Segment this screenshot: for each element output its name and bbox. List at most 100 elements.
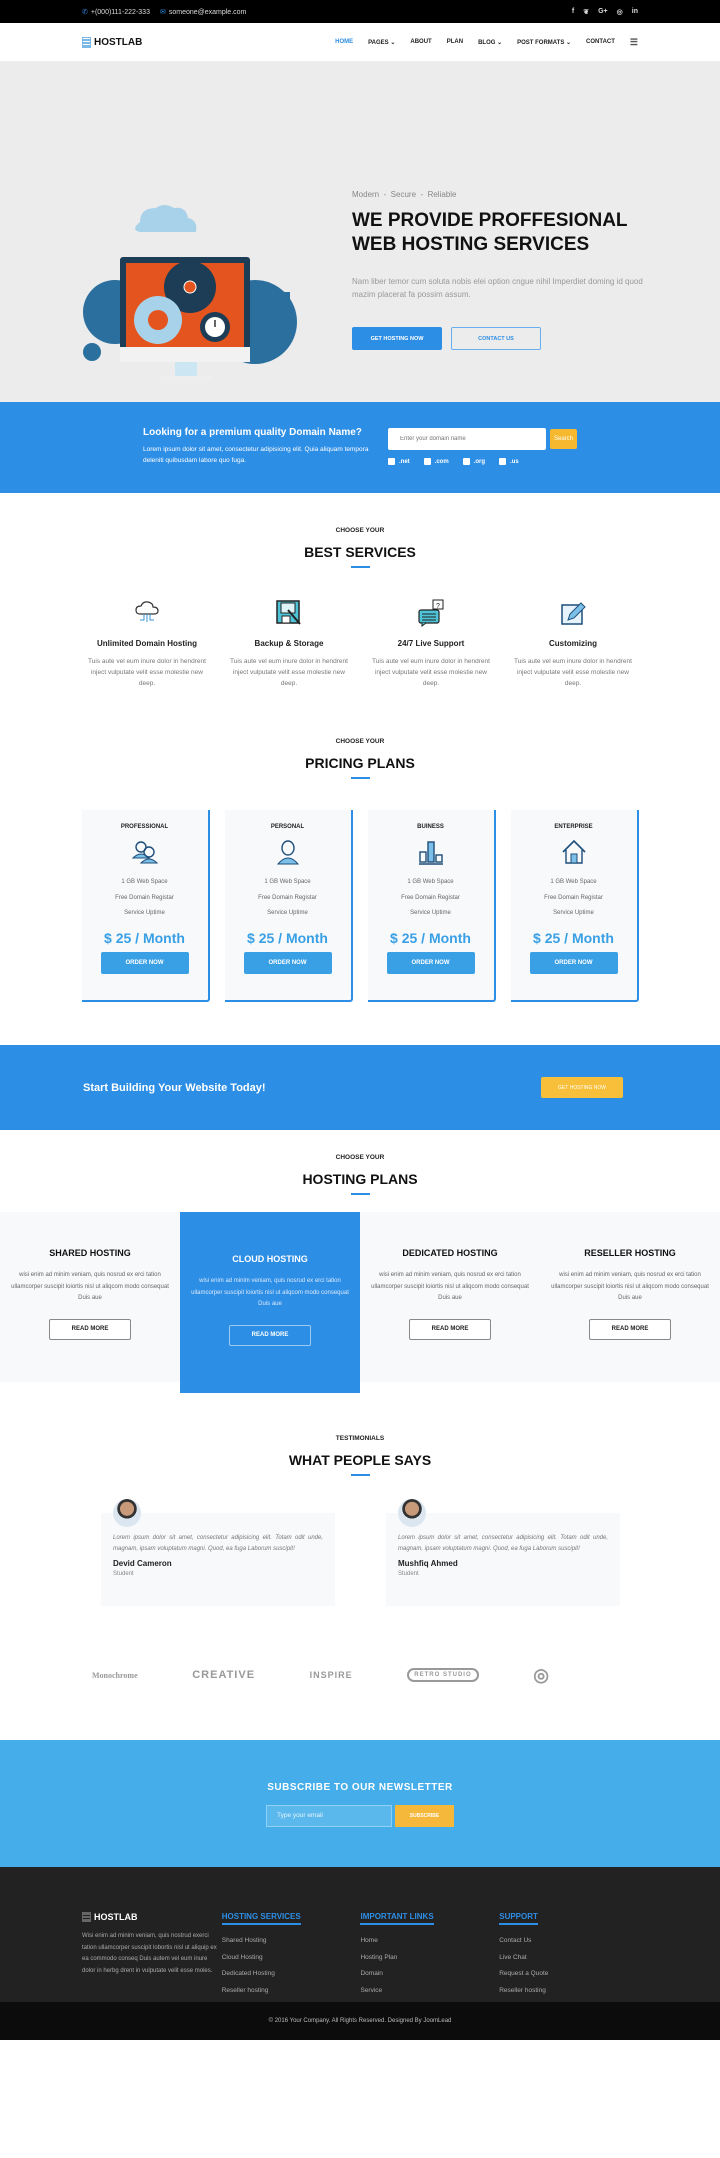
dribbble-icon[interactable]: ◎ [617,8,623,16]
read-more-button[interactable]: READ MORE [589,1318,671,1340]
footer-column: SUPPORT Contact Us Live Chat Request a Q… [499,1912,638,2002]
order-now-button[interactable]: ORDER NOW [529,951,618,974]
footer-link[interactable]: Contact Us [499,1933,638,1950]
twitter-icon[interactable]: ❦ [583,8,589,16]
chat-support-icon: ? [366,598,496,628]
read-more-button[interactable]: READ MORE [409,1318,491,1340]
pencil-edit-icon [508,598,638,628]
subscribe-button[interactable]: SUBSCRIBE [395,1805,454,1827]
nav-post-formats[interactable]: POST FORMATS ⌄ [517,39,571,46]
testimonials-section: TESTIMONIALS WHAT PEOPLE SAYS Lorem ipsu… [0,1382,720,1690]
footer-link[interactable]: Reseller hosting [222,1983,361,2000]
testimonial-name: Mushfiq Ahmed [398,1559,458,1568]
domain-input[interactable] [388,428,546,450]
tld-net-checkbox[interactable]: .net [388,458,410,465]
facebook-icon[interactable]: f [572,8,574,16]
svg-text:?: ? [436,603,440,610]
logo-icon [82,36,91,48]
checkbox-icon [423,458,431,465]
nav-contact[interactable]: CONTACT [586,39,615,45]
nav-about[interactable]: ABOUT [410,39,431,45]
plan-price: $ 25 / Month [247,929,328,946]
testimonial-card: Lorem ipsum dolor sit amet, consectetur … [101,1499,335,1606]
site-logo[interactable]: HOSTLAB [82,36,142,48]
footer: HOSTLAB Wisi enim ad minim veniam, quis … [0,1867,720,2002]
footer-column: HOSTING SERVICES Shared Hosting Cloud Ho… [221,1912,361,2002]
contact-us-button[interactable]: CONTACT US [451,327,541,350]
hamburger-menu-icon[interactable]: ☰ [630,37,638,48]
brand-logo-retro-studio: RETRO STUDIO [407,1668,479,1682]
contact-email[interactable]: ✉ someone@example.com [160,8,246,16]
linkedin-icon[interactable]: in [632,8,638,16]
brand-logo-inspire: INSPIRE [309,1670,353,1680]
order-now-button[interactable]: ORDER NOW [243,951,332,974]
title-underline [350,777,370,779]
checkbox-icon [462,458,470,465]
social-links: f ❦ G+ ◎ in [572,8,638,16]
footer-link[interactable]: Cloud Hosting [222,1950,361,1967]
contact-phone[interactable]: ✆ +(000)111-222-333 [82,8,150,16]
tld-us-checkbox[interactable]: .us [499,458,519,465]
footer-link[interactable]: Domain [360,1966,499,1983]
footer-link[interactable]: Shared Hosting [222,1933,361,1950]
user-icon [225,838,351,866]
testimonial-quote: Lorem ipsum dolor sit amet, consectetur … [113,1535,323,1552]
footer-link[interactable]: Dedicated Hosting [222,1966,361,1983]
section-title: PRICING PLANS [305,755,415,771]
hero-tagline: Modern - Secure - Reliable [352,190,457,199]
testimonial-card: Lorem ipsum dolor sit amet, consectetur … [386,1499,620,1606]
testimonial-name: Devid Cameron [113,1559,172,1568]
main-menu: HOME PAGES ⌄ ABOUT PLAN BLOG ⌄ POST FORM… [335,37,638,48]
footer-link[interactable]: Reseller hosting [499,1983,638,2000]
top-bar: ✆ +(000)111-222-333 ✉ someone@example.com … [0,0,720,23]
domain-title: Looking for a premium quality Domain Nam… [143,427,362,438]
hero-description: Nam liber temor cum soluta nobis elei op… [352,277,643,299]
checkbox-icon [388,458,395,465]
plan-price: $ 25 / Month [104,929,185,946]
service-item: Backup & Storage Tuis aute vel eum inure… [224,598,354,689]
house-icon [511,838,637,866]
footer-column: IMPORTANT LINKS Home Hosting Plan Domain… [360,1912,499,2002]
service-item: Customizing Tuis aute vel eum inure dolo… [508,598,638,689]
hosting-plan-card: RESELLER HOSTING wisi enim ad minim veni… [540,1212,720,1382]
order-now-button[interactable]: ORDER NOW [100,951,189,974]
tld-com-checkbox[interactable]: .com [423,458,449,465]
tld-org-checkbox[interactable]: .org [462,458,485,465]
service-item: Unlimited Domain Hosting Tuis aute vel e… [82,598,212,689]
section-title: HOSTING PLANS [302,1171,418,1187]
footer-link[interactable]: Home [360,1933,499,1950]
section-kicker: CHOOSE YOUR [335,1154,385,1161]
read-more-button[interactable]: READ MORE [49,1318,131,1340]
order-now-button[interactable]: ORDER NOW [386,951,475,974]
newsletter-email-input[interactable]: Type your email [266,1805,392,1827]
title-underline [350,1193,370,1195]
google-plus-icon[interactable]: G+ [598,8,608,16]
footer-link[interactable]: Service [360,1983,499,2000]
copyright-text: © 2016 Your Company. All Rights Reserved… [268,2018,452,2024]
nav-plan[interactable]: PLAN [447,39,463,45]
avatar [113,1499,141,1527]
domain-search-button[interactable]: Search [550,429,577,449]
hosting-plan-card-highlighted: CLOUD HOSTING wisi enim ad minim veniam,… [180,1212,360,1393]
footer-logo[interactable]: HOSTLAB [82,1912,222,1922]
brand-logo-monochrome: Monochrome [92,1670,138,1680]
section-kicker: CHOOSE YOUR [335,738,385,745]
logo-icon [82,1912,91,1922]
read-more-button[interactable]: READ MORE [229,1324,311,1346]
nav-pages[interactable]: PAGES ⌄ [368,39,395,46]
hero-title: WE PROVIDE PROFFESIONAL WEB HOSTING SERV… [352,210,628,255]
nav-blog[interactable]: BLOG ⌄ [478,39,502,46]
footer-link[interactable]: Request a Quote [499,1966,638,1983]
cta-get-hosting-button[interactable]: GET HOSTING NOW [541,1077,623,1098]
phone-icon: ✆ [82,8,88,16]
pricing-card: PROFESSIONAL 1 GB Web Space Free Domain R… [81,810,210,1002]
section-kicker: CHOOSE YOUR [335,527,385,534]
footer-link[interactable]: Live Chat [499,1950,638,1967]
plan-price: $ 25 / Month [390,929,471,946]
copyright-bar: © 2016 Your Company. All Rights Reserved… [0,2002,720,2040]
section-title: BEST SERVICES [304,544,416,560]
pricing-card: PERSONAL 1 GB Web Space Free Domain Regis… [224,810,353,1002]
get-hosting-button[interactable]: GET HOSTING NOW [352,327,442,350]
footer-link[interactable]: Hosting Plan [360,1950,499,1967]
nav-home[interactable]: HOME [335,39,353,45]
